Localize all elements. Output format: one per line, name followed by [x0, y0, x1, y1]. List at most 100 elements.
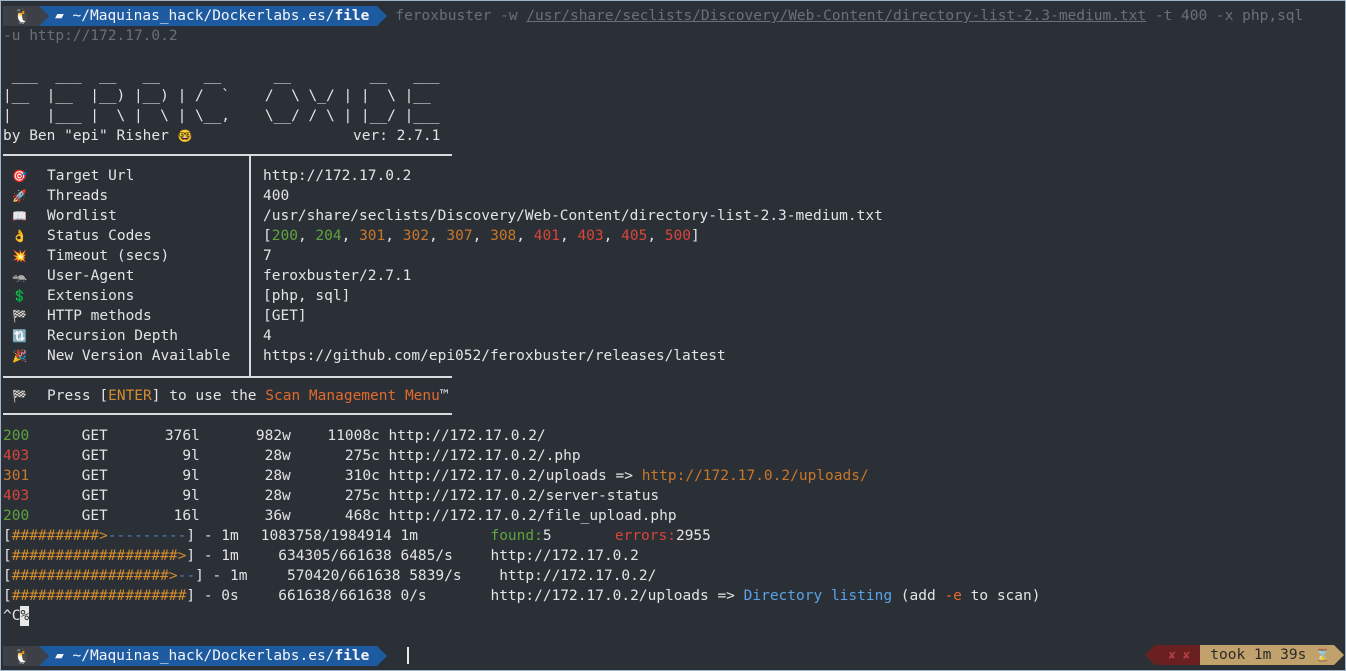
banner-art-line-3: | |___ | \ | \ | \__, \__/ / \ | |__/ |_… — [3, 108, 440, 124]
progress-rate: 5839/s — [409, 568, 462, 584]
status-code: 200 — [3, 508, 30, 524]
scan-menu-hint: 🏁 Press [ENTER] to use the Scan Manageme… — [3, 386, 449, 406]
http-method: GET — [81, 448, 108, 464]
checkered-flag-icon: 🏁 — [12, 389, 27, 403]
errors-label: errors: — [614, 528, 676, 544]
result-url[interactable]: http://172.17.0.2/file_upload.php — [389, 508, 677, 524]
progress-row: [###################>] - 1m 634305/661638… — [3, 548, 639, 564]
progress-bar-done: ###################> — [11, 548, 187, 564]
config-row: 🎉 New Version Available https://github.com… — [3, 346, 726, 366]
command-line[interactable]: feroxbuster -w /usr/share/seclists/Disco… — [395, 8, 1303, 24]
nerd-face-icon: 🤓 — [177, 129, 193, 143]
config-row: 🎯 Target Url http://172.17.0.2 — [3, 166, 411, 186]
hourglass-icon: ⌛ — [1315, 648, 1330, 662]
banner-art-line-2: |__ |__ |__) |__) | / ` / \ \_/ | | \ |_… — [3, 88, 431, 104]
progress-rate: 0/s — [400, 588, 427, 604]
linux-tux-icon: 🐧 — [3, 646, 50, 666]
config-value: 4 — [263, 328, 272, 344]
result-row: 403 GET 9l 28w 275c http://172.17.0.2/serve… — [3, 486, 659, 506]
exit-status-icon: ✘ ✘ — [1144, 645, 1201, 665]
progress-row: [##########>---------] - 1m 1083758/19849… — [3, 528, 711, 544]
progress-count: 661638/661638 — [278, 588, 392, 604]
status-code: 301 — [3, 468, 30, 484]
config-value: 7 — [263, 248, 272, 264]
config-label: Wordlist — [47, 208, 117, 224]
progress-count: 1083758/1984914 — [260, 528, 392, 544]
config-value: [200, 204, 301, 302, 307, 308, 401, 403,… — [263, 228, 700, 244]
config-row: 📖 Wordlist/usr/share/seclists/Discovery/W… — [3, 206, 883, 226]
result-url[interactable]: http://172.17.0.2/uploads => — [389, 468, 642, 484]
target-icon: 🎯 — [12, 169, 27, 183]
found-count: 5 — [542, 528, 552, 544]
status-code: 301 — [359, 228, 386, 244]
result-url[interactable]: http://172.17.0.2/.php — [389, 448, 581, 464]
config-value: [php, sql] — [263, 288, 351, 304]
top-prompt: 🐧 ▰ ~/Maquinas_hack/Dockerlabs.es/file f… — [3, 6, 1303, 26]
progress-url[interactable]: http://172.17.0.2 — [490, 548, 638, 564]
status-code: 403 — [577, 228, 604, 244]
right-prompt: ✘ ✘ took 1m 39s ⌛ — [1144, 645, 1344, 665]
config-label: Threads — [47, 188, 109, 204]
status-code: 403 — [3, 488, 30, 504]
book-icon: 📖 — [12, 209, 27, 223]
progress-rate: 6485/s — [400, 548, 453, 564]
dollar-icon: 💲 — [12, 289, 27, 303]
status-code: 405 — [621, 228, 648, 244]
flag-e: -e — [944, 588, 962, 604]
line-count: 9l — [182, 488, 200, 504]
status-code: 200 — [3, 428, 30, 444]
progress-bar-done: #################### — [11, 588, 187, 604]
input-cursor[interactable] — [407, 647, 409, 664]
config-bottom-divider — [3, 376, 452, 378]
redirect-url[interactable]: http://172.17.0.2/uploads/ — [642, 468, 869, 484]
word-count: 36w — [264, 508, 291, 524]
progress-url[interactable]: http://172.17.0.2/uploads => — [490, 588, 743, 604]
char-count: 275c — [344, 488, 380, 504]
config-column-divider — [249, 155, 251, 377]
found-label: found: — [490, 528, 543, 544]
status-code: 307 — [446, 228, 473, 244]
char-count: 310c — [344, 468, 380, 484]
hint-text: to scan) — [961, 588, 1041, 604]
config-row: 🔃 Recursion Depth 4 — [3, 326, 272, 346]
config-top-divider — [3, 154, 452, 156]
config-value: https://github.com/epi052/feroxbuster/re… — [263, 348, 726, 364]
config-label: Extensions — [47, 288, 135, 304]
word-count: 28w — [264, 468, 291, 484]
progress-count: 570420/661638 — [286, 568, 401, 584]
result-url[interactable]: http://172.17.0.2/ — [389, 428, 546, 444]
folder-icon: ▰ — [55, 648, 64, 664]
progress-time: - 0s — [203, 588, 239, 604]
status-code: 500 — [664, 228, 691, 244]
config-row: 🚀 Threads 400 — [3, 186, 289, 206]
config-row: 🦡 User-Agent feroxbuster/2.7.1 — [3, 266, 411, 286]
bottom-prompt: 🐧 ▰ ~/Maquinas_hack/Dockerlabs.es/file — [3, 646, 388, 666]
status-code: 204 — [315, 228, 342, 244]
progress-url[interactable]: http://172.17.0.2/ — [499, 568, 656, 584]
linux-tux-icon: 🐧 — [3, 6, 50, 26]
line-count: 16l — [173, 508, 200, 524]
config-label: Target Url — [47, 168, 135, 184]
banner-art-line-1: ___ ___ __ __ __ __ __ ___ — [3, 68, 440, 84]
prompt-path: ▰ ~/Maquinas_hack/Dockerlabs.es/file — [39, 646, 388, 666]
errors-count: 2955 — [675, 528, 711, 544]
status-code: 200 — [271, 228, 298, 244]
config-label: User-Agent — [47, 268, 135, 284]
config-label: Recursion Depth — [47, 328, 178, 344]
line-count: 376l — [164, 428, 200, 444]
progress-bar-done: ##########> — [11, 528, 108, 544]
result-url[interactable]: http://172.17.0.2/server-status — [389, 488, 660, 504]
status-code: 308 — [490, 228, 517, 244]
folder-icon: ▰ — [55, 8, 64, 24]
command-line-continued: -u http://172.17.0.2 — [3, 28, 178, 44]
hint-bottom-divider — [3, 413, 452, 415]
http-method: GET — [81, 428, 108, 444]
http-method: GET — [81, 488, 108, 504]
config-label: Status Codes — [47, 228, 152, 244]
status-code: 302 — [402, 228, 429, 244]
config-label: Timeout (secs) — [47, 248, 170, 264]
http-method: GET — [81, 468, 108, 484]
progress-time: - 1m — [212, 568, 248, 584]
progress-bar-done: ##################> — [11, 568, 178, 584]
config-row: 🏁 HTTP methods [GET] — [3, 306, 307, 326]
